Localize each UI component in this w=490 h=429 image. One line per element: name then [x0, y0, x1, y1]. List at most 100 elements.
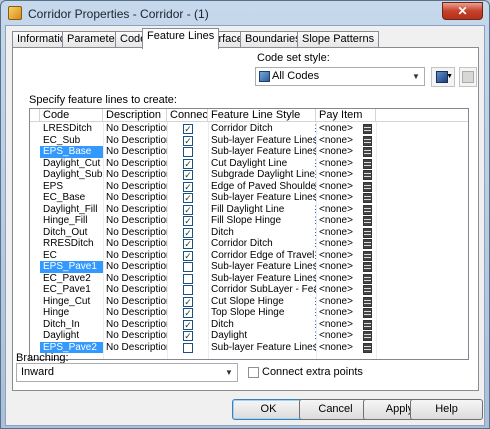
tab-boundaries[interactable]: Boundaries — [240, 31, 306, 48]
pay-item-picker-icon[interactable] — [363, 239, 372, 249]
pay-item-cell[interactable]: <none> — [316, 169, 364, 181]
description-cell[interactable]: No Description — [103, 319, 167, 331]
table-row[interactable]: Daylight_Sub No Description ✓ Subgrade Dayl… — [30, 169, 468, 181]
code-cell[interactable]: RRESDitch — [40, 238, 103, 250]
code-cell[interactable]: EC — [40, 250, 103, 262]
style-picker-icon[interactable]: ⋮ — [311, 204, 320, 215]
pay-item-cell[interactable]: <none> — [316, 123, 364, 135]
style-cell[interactable]: Sub-layer Feature Lines — [208, 135, 316, 147]
help-button[interactable]: Help — [410, 399, 483, 420]
code-cell[interactable]: EC_Sub — [40, 135, 103, 147]
connect-checkbox[interactable]: ✓ — [183, 239, 193, 249]
style-picker-icon[interactable]: ⋮ — [311, 307, 320, 318]
code-cell[interactable]: Daylight — [40, 330, 103, 342]
header-code[interactable]: Code — [40, 109, 103, 122]
description-cell[interactable]: No Description — [103, 250, 167, 262]
description-cell[interactable]: No Description — [103, 204, 167, 216]
cancel-button[interactable]: Cancel — [299, 399, 372, 420]
table-row[interactable]: EPS_Pave2 No Description Sub-layer Feature… — [30, 341, 468, 354]
code-set-style-combo[interactable]: All Codes ▼ — [255, 67, 425, 86]
code-cell[interactable]: Ditch_Out — [40, 227, 103, 239]
connect-checkbox[interactable]: ✓ — [183, 124, 193, 134]
style-cell[interactable]: Corridor SubLayer - Feature Li — [208, 284, 316, 296]
ok-button[interactable]: OK — [232, 399, 305, 420]
pay-item-cell[interactable]: <none> — [316, 261, 364, 273]
pay-item-cell[interactable]: <none> — [316, 273, 364, 285]
header-connect[interactable]: Connect — [167, 109, 208, 122]
connect-checkbox[interactable] — [183, 262, 193, 272]
style-cell[interactable]: Edge of Paved Shoulder — [208, 181, 316, 193]
connect-checkbox[interactable]: ✓ — [183, 216, 193, 226]
style-cell[interactable]: Fill Daylight Line — [208, 204, 316, 216]
code-cell[interactable]: Ditch_In — [40, 319, 103, 331]
pay-item-cell[interactable]: <none> — [316, 181, 364, 193]
style-cell[interactable]: Sub-layer Feature Lines — [208, 261, 316, 273]
pay-item-cell[interactable]: <none> — [316, 215, 364, 227]
edit-style-button[interactable]: ▼ — [431, 67, 455, 87]
table-row[interactable]: HingeNo Description ✓ Top Slope Hinge⋮<non… — [30, 307, 468, 319]
style-picker-icon[interactable]: ⋮ — [311, 135, 320, 146]
style-cell[interactable]: Cut Slope Hinge — [208, 296, 316, 308]
style-cell[interactable]: Sub-layer Feature Lines — [208, 146, 316, 158]
connect-checkbox[interactable]: ✓ — [183, 250, 193, 261]
pay-item-picker-icon[interactable] — [363, 296, 372, 307]
pay-item-picker-icon[interactable] — [363, 285, 372, 295]
pay-item-picker-icon[interactable] — [363, 319, 372, 330]
connect-checkbox[interactable] — [183, 147, 193, 157]
style-picker-icon[interactable]: ⋮ — [311, 215, 320, 226]
connect-checkbox[interactable]: ✓ — [183, 181, 193, 192]
pay-item-cell[interactable]: <none> — [316, 330, 364, 342]
style-picker-icon[interactable]: ⋮ — [311, 146, 320, 157]
description-cell[interactable]: No Description — [103, 261, 167, 273]
style-cell[interactable]: Fill Slope Hinge — [208, 215, 316, 227]
pay-item-cell[interactable]: <none> — [316, 284, 364, 296]
connect-checkbox[interactable]: ✓ — [183, 331, 193, 341]
code-cell[interactable]: Hinge_Cut — [40, 296, 103, 308]
code-cell[interactable]: Daylight_Fill — [40, 204, 103, 216]
pay-item-cell[interactable]: <none> — [316, 296, 364, 308]
pay-item-cell[interactable]: <none> — [316, 204, 364, 216]
description-cell[interactable]: No Description — [103, 169, 167, 181]
style-picker-icon[interactable]: ⋮ — [311, 261, 320, 272]
description-cell[interactable]: No Description — [103, 192, 167, 204]
description-cell[interactable]: No Description — [103, 215, 167, 227]
code-cell[interactable]: EPS_Pave1 — [40, 261, 103, 273]
connect-checkbox[interactable]: ✓ — [183, 193, 193, 203]
table-row[interactable]: Daylight_Fill No Description ✓ Fill Dayligh… — [30, 204, 468, 216]
pay-item-picker-icon[interactable] — [363, 273, 372, 284]
table-row[interactable]: EC_Pave2 No Description Sub-layer Feature … — [30, 273, 468, 285]
pay-item-picker-icon[interactable] — [363, 158, 372, 169]
pay-item-picker-icon[interactable] — [363, 227, 372, 238]
tab-feature-lines[interactable]: Feature Lines — [142, 28, 220, 49]
pay-item-picker-icon[interactable] — [363, 124, 372, 134]
code-cell[interactable]: EPS_Base — [40, 146, 103, 158]
style-picker-icon[interactable]: ⋮ — [311, 342, 320, 353]
code-cell[interactable]: Daylight_Sub — [40, 169, 103, 181]
connect-checkbox[interactable] — [183, 273, 193, 284]
connect-checkbox[interactable]: ✓ — [183, 227, 193, 238]
description-cell[interactable]: No Description — [103, 158, 167, 170]
style-picker-icon[interactable]: ⋮ — [311, 284, 320, 295]
table-row[interactable]: Ditch_InNo Description ✓ Ditch⋮<none> — [30, 319, 468, 331]
table-row[interactable]: EC_Sub No Description ✓ Sub-layer Feature L… — [30, 135, 468, 147]
style-picker-icon[interactable]: ⋮ — [311, 330, 320, 341]
style-cell[interactable]: Corridor Ditch — [208, 123, 316, 135]
branching-combo[interactable]: Inward ▼ — [16, 363, 238, 382]
pay-item-cell[interactable]: <none> — [316, 319, 364, 331]
table-row[interactable]: Daylight_Cut No Description ✓ Cut Daylight … — [30, 158, 468, 170]
tab-slope-patterns[interactable]: Slope Patterns — [297, 31, 380, 48]
pay-item-picker-icon[interactable] — [363, 250, 372, 261]
table-row[interactable]: EC_Base No Description ✓ Sub-layer Feature … — [30, 192, 468, 204]
pay-item-picker-icon[interactable] — [363, 170, 372, 180]
style-picker-icon[interactable]: ⋮ — [311, 192, 320, 203]
description-cell[interactable]: No Description — [103, 146, 167, 158]
table-row[interactable]: EC No Description ✓ Corridor Edge of Travel… — [30, 250, 468, 262]
connect-checkbox[interactable]: ✓ — [183, 158, 193, 169]
connect-checkbox[interactable]: ✓ — [183, 319, 193, 330]
style-cell[interactable]: Corridor Edge of Travel Way — [208, 250, 316, 262]
pay-item-cell[interactable]: <none> — [316, 135, 364, 147]
pay-item-cell[interactable]: <none> — [316, 342, 364, 354]
code-cell[interactable]: Hinge — [40, 307, 103, 319]
pay-item-cell[interactable]: <none> — [316, 158, 364, 170]
header-style[interactable]: Feature Line Style — [208, 109, 316, 122]
